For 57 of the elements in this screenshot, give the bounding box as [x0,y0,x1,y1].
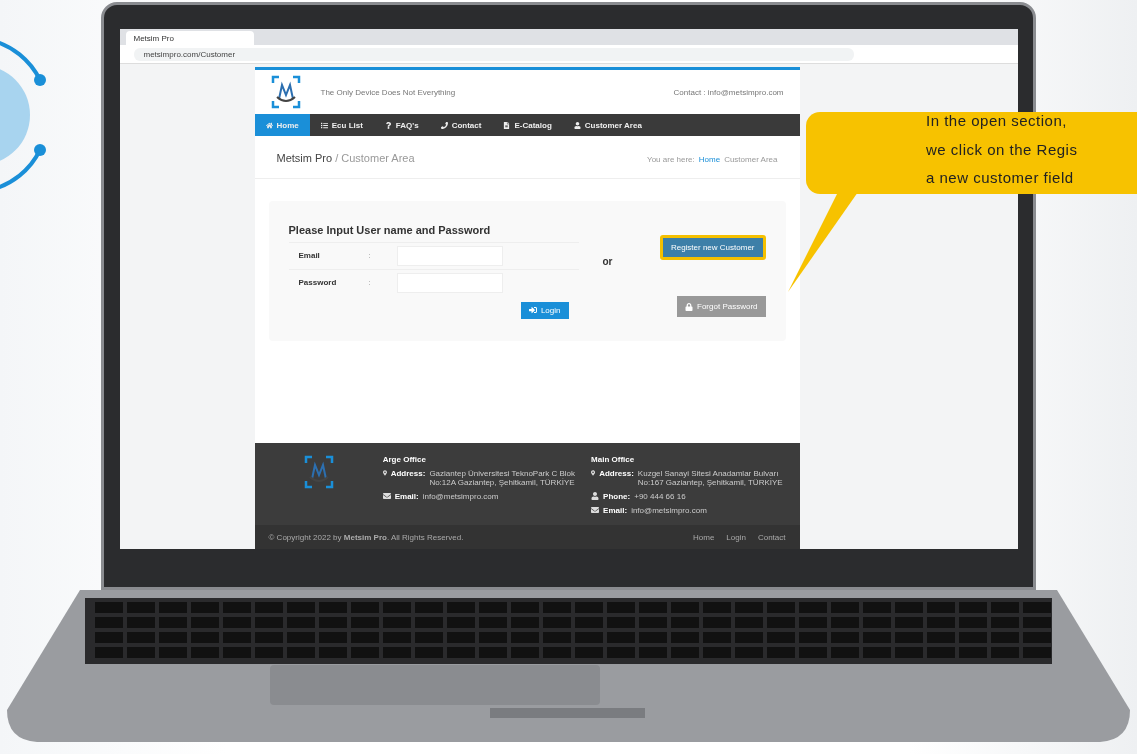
page-title: Metsim Pro [276,152,333,164]
breadcrumb-current: Customer Area [724,155,778,164]
info-value: info@metsimpro.com [631,506,707,515]
field-separator: : [368,251,372,260]
footer-link[interactable]: Contact [757,532,786,542]
nav-link[interactable]: Customer Area [562,114,653,136]
nav-link[interactable]: FAQ's [373,114,430,136]
copyright-text: © Copyright 2022 by Metsim Pro. All Rights Reserved. [268,532,464,542]
callout-text: we click on the Regis [926,140,1079,158]
footer-link[interactable]: Login [726,532,746,542]
callout-text: a new customer field [926,169,1075,186]
info-icon [382,469,387,477]
nav-icon [503,121,511,129]
info-icon [591,492,600,500]
info-icon [591,506,600,514]
nav-icon [265,121,273,129]
field-separator: : [368,278,372,287]
or-text: or [602,255,613,267]
info-label: Address: [390,469,426,478]
office-title: Arge Office [382,455,427,464]
footer-link[interactable]: Home [693,532,715,542]
breadcrumb-link[interactable]: Home [698,155,721,164]
nav-icon [573,121,581,129]
nav-link[interactable]: Contact [429,114,493,136]
address-bar[interactable]: metsimpro.com/Customer [133,47,854,61]
nav-icon [320,121,328,129]
field-label: Email [297,251,321,260]
page-subtitle: / Customer Area [335,152,415,164]
site-logo [270,75,301,109]
office-title: Main Office [591,455,636,464]
callout-text: In the open section, [926,112,1068,129]
breadcrumb-label: You are here: [647,155,695,164]
footer-logo [303,455,334,489]
nav-icon [440,121,448,129]
field-label: Password [297,278,338,287]
nav-link[interactable]: Home [254,114,310,136]
site-tagline: The Only Device Does Not Everything [320,87,456,97]
login-button[interactable]: Login [520,301,569,319]
nav-link[interactable]: E-Catalog [492,114,563,136]
info-label: Phone: [603,492,631,501]
info-icon [591,469,596,477]
form-title: Please Input User name and Password [288,223,492,236]
login-icon [528,306,537,314]
info-value: +90 444 66 16 [634,492,686,501]
lock-icon [685,302,694,311]
info-value: Kuzgel Sanayi Sitesi Anadamlar Bulvarı No:167 Gaziantep, Şehitkamil, TÜRKİYE [637,469,784,487]
contact-text: Contact : info@metsimpro.com [673,87,784,97]
register-button[interactable]: Register new Customer [659,235,766,260]
nav-icon [384,121,392,129]
info-label: Email: [603,506,628,515]
info-icon [382,492,391,500]
info-label: Address: [599,469,634,478]
info-value: Gaziantep Üniversitesi TeknoPark C Blok No:12A Gaziantep, Şehitkamil, TÜRKİYE [429,469,576,487]
info-label: Email: [394,492,419,501]
nav-link[interactable]: Ecu List [309,114,374,136]
browser-tab[interactable]: Metsim Pro [125,31,254,45]
info-value: info@metsimpro.com [422,492,499,501]
